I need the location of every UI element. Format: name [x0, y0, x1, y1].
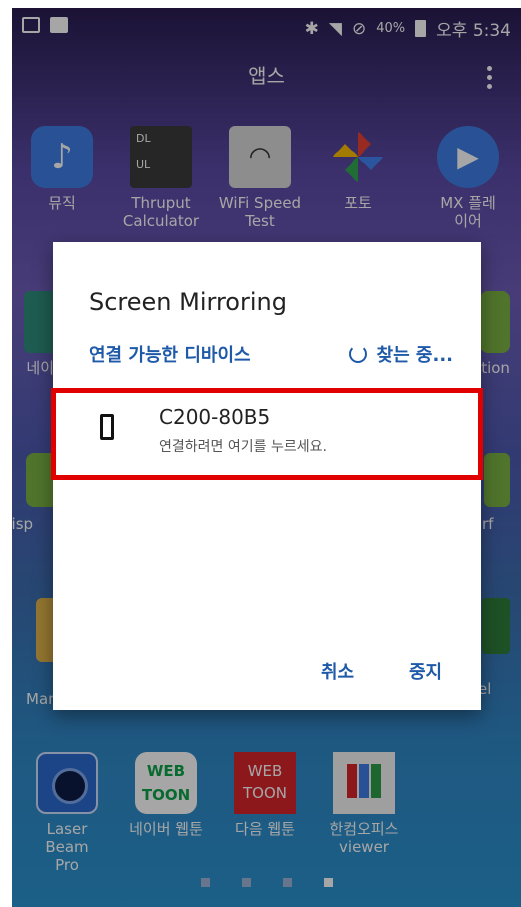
stop-button[interactable]: 중지 [409, 658, 442, 684]
phone-screen: ✱ ◥ ⊘ 40% 오후 5:34 앱스 ♪ 뮤직 DL UL Thruput C… [12, 8, 521, 907]
cancel-button[interactable]: 취소 [321, 658, 354, 684]
device-hint: 연결하려면 여기를 누르세요. [159, 439, 327, 455]
search-status-label: 찾는 중... [376, 345, 453, 366]
phone-icon [100, 414, 114, 440]
available-devices-heading: 연결 가능한 디바이스 [89, 345, 251, 366]
device-name: C200-80B5 [159, 405, 271, 429]
screen-mirroring-dialog: Screen Mirroring 연결 가능한 디바이스 찾는 중... C20… [51, 242, 483, 710]
device-list-item[interactable]: C200-80B5 연결하려면 여기를 누르세요. [51, 388, 483, 480]
loading-spinner-icon [348, 345, 367, 363]
search-status: 찾는 중... [348, 341, 453, 367]
dialog-title: Screen Mirroring [89, 288, 287, 316]
